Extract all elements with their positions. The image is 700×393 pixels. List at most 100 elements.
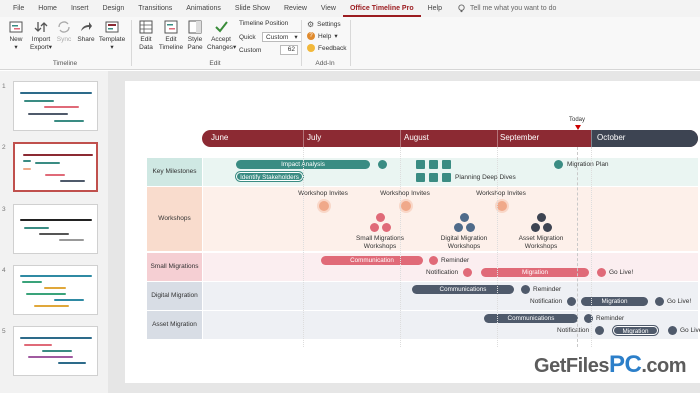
- settings-button[interactable]: ⚙ Settings: [307, 20, 341, 29]
- milestone-marker[interactable]: [497, 201, 507, 211]
- month-gridline: [303, 147, 304, 347]
- chevron-down-icon: ▾: [110, 44, 114, 51]
- tab-view[interactable]: View: [314, 0, 343, 17]
- tell-me-search[interactable]: Tell me what you want to do: [457, 4, 556, 13]
- month-label: September: [500, 133, 540, 142]
- slide-thumbnail[interactable]: [13, 204, 98, 254]
- milestone-marker[interactable]: [429, 173, 438, 182]
- milestone-marker[interactable]: [668, 326, 677, 335]
- month-separator: [497, 130, 498, 147]
- month-label: October: [597, 133, 626, 142]
- quick-position-row: Quick Custom ▾: [239, 32, 302, 42]
- event-marker[interactable]: [370, 223, 379, 232]
- milestone-label: Reminder: [441, 257, 470, 264]
- tab-insert[interactable]: Insert: [64, 0, 96, 17]
- ribbon-separator: [301, 20, 302, 66]
- today-line: [577, 147, 578, 347]
- event-marker[interactable]: [537, 213, 546, 222]
- milestone-marker[interactable]: [442, 173, 451, 182]
- template-icon: [104, 19, 120, 35]
- milestone-marker[interactable]: [442, 160, 451, 169]
- import-export-button[interactable]: Import Export▾: [28, 19, 54, 52]
- milestone-marker[interactable]: [401, 201, 411, 211]
- chevron-down-icon: ▾: [294, 34, 298, 41]
- edit-data-icon: [138, 19, 154, 35]
- month-separator: [303, 130, 304, 147]
- month-gridline: [400, 147, 401, 347]
- tab-help[interactable]: Help: [421, 0, 449, 17]
- tab-transitions[interactable]: Transitions: [131, 0, 179, 17]
- today-label: Today: [569, 117, 586, 123]
- swimlane-body: Workshop Invites Workshop Invites Worksh…: [203, 187, 698, 251]
- new-button[interactable]: New ▾: [5, 19, 27, 52]
- milestone-marker[interactable]: [378, 160, 387, 169]
- tab-file[interactable]: File: [6, 0, 31, 17]
- tab-review[interactable]: Review: [277, 0, 314, 17]
- swimlane-label: Digital Migration: [147, 282, 202, 310]
- swimlane-body: Communications Reminder Notification Mig…: [203, 311, 700, 339]
- swimlane-asset-migration: Asset Migration Communications Reminder …: [147, 311, 700, 339]
- accept-changes-button[interactable]: Accept Changes▾: [207, 19, 236, 52]
- help-button[interactable]: ? Help ▾: [307, 32, 338, 40]
- event-marker[interactable]: [531, 223, 540, 232]
- milestone-marker[interactable]: [463, 268, 472, 277]
- slide[interactable]: Today June July August September October…: [125, 81, 700, 383]
- event-marker[interactable]: [454, 223, 463, 232]
- slide-thumbnail[interactable]: [13, 142, 98, 192]
- task-bar[interactable]: Communication: [321, 256, 423, 265]
- gear-icon: ⚙: [307, 20, 315, 29]
- milestone-label: Workshop Invites: [476, 190, 526, 197]
- event-marker[interactable]: [460, 213, 469, 222]
- milestone-marker[interactable]: [429, 160, 438, 169]
- feedback-button[interactable]: Feedback: [307, 44, 347, 52]
- slide-thumbnails-pane: 1 2 3 4 5: [0, 71, 108, 393]
- timeline-position-label: Timeline Position: [239, 20, 289, 27]
- milestone-marker[interactable]: [416, 160, 425, 169]
- tab-slide-show[interactable]: Slide Show: [228, 0, 277, 17]
- ribbon-separator: [131, 20, 132, 66]
- milestone-marker[interactable]: [521, 285, 530, 294]
- event-marker[interactable]: [466, 223, 475, 232]
- milestone-marker[interactable]: [554, 160, 563, 169]
- milestone-marker[interactable]: [595, 326, 604, 335]
- milestone-marker[interactable]: [319, 201, 329, 211]
- custom-position-input[interactable]: 62: [280, 45, 298, 55]
- style-pane-button[interactable]: Style Pane: [186, 19, 204, 52]
- month-label: July: [307, 133, 322, 142]
- swimlane-label: Small Migrations: [147, 253, 202, 281]
- milestone-marker[interactable]: [597, 268, 606, 277]
- swimlane-small-migrations: Small Migrations Communication Reminder …: [147, 253, 698, 281]
- slide-number: 3: [2, 206, 6, 213]
- sync-button[interactable]: Sync: [55, 19, 73, 44]
- event-marker[interactable]: [382, 223, 391, 232]
- edit-data-button[interactable]: Edit Data: [136, 19, 156, 52]
- milestone-marker[interactable]: [429, 256, 438, 265]
- checkmark-icon: [213, 19, 229, 35]
- slide-number: 4: [2, 267, 6, 274]
- chevron-down-icon: ▾: [14, 44, 18, 51]
- tab-office-timeline-pro[interactable]: Office Timeline Pro: [342, 0, 421, 17]
- task-bar[interactable]: Identify Stakeholders: [235, 171, 304, 182]
- event-marker[interactable]: [543, 223, 552, 232]
- event-marker[interactable]: [376, 213, 385, 222]
- swimlane-body: Communication Reminder Notification Migr…: [203, 253, 698, 281]
- slide-thumbnail[interactable]: [13, 326, 98, 376]
- template-button[interactable]: Template ▾: [98, 19, 126, 52]
- timeline-group-label: Timeline: [52, 60, 78, 67]
- tab-design[interactable]: Design: [95, 0, 131, 17]
- edit-timeline-button[interactable]: Edit Timeline: [158, 19, 184, 52]
- tab-home[interactable]: Home: [31, 0, 64, 17]
- milestone-label: Reminder: [533, 286, 562, 293]
- slide-thumbnail[interactable]: [13, 265, 98, 315]
- smiley-icon: [307, 44, 315, 52]
- slide-thumbnail[interactable]: [13, 81, 98, 131]
- share-button[interactable]: Share: [75, 19, 97, 44]
- task-bar[interactable]: Migration: [612, 325, 659, 336]
- tab-animations[interactable]: Animations: [179, 0, 228, 17]
- task-bar[interactable]: Communications: [412, 285, 514, 294]
- task-bar[interactable]: Communications: [484, 314, 578, 323]
- milestone-marker[interactable]: [655, 297, 664, 306]
- milestone-marker[interactable]: [416, 173, 425, 182]
- quick-position-select[interactable]: Custom ▾: [262, 32, 302, 42]
- milestone-marker[interactable]: [567, 297, 576, 306]
